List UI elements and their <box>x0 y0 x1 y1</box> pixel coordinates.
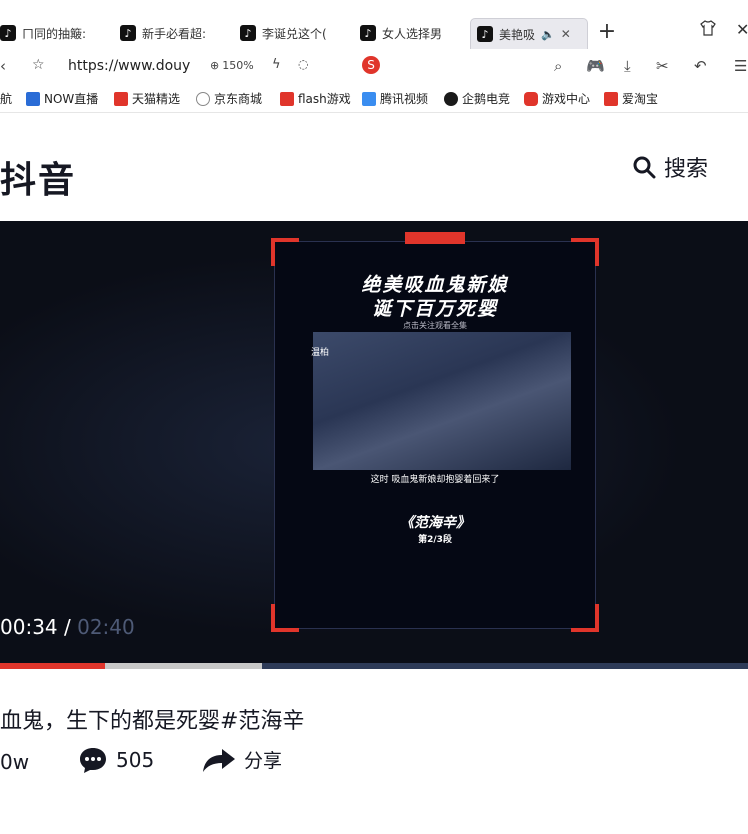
progress-bar[interactable] <box>0 663 748 669</box>
poster-caption: 这时 吸血鬼新娘却抱婴着回来了 <box>370 475 500 485</box>
tiktok-icon: ♪ <box>120 25 136 41</box>
share-arrow-icon <box>203 748 235 772</box>
bookmark-8[interactable]: 爱淘宝 <box>604 90 658 107</box>
bookmark-label: NOW直播 <box>44 92 99 106</box>
video-frame: 绝美吸血鬼新娘 诞下百万死婴 点击关注观看全集 温柏 这时 吸血鬼新娘却抱婴着回… <box>271 232 599 632</box>
site-header: 抖音 搜索 <box>0 113 748 219</box>
time-separator: / <box>57 615 78 639</box>
video-player[interactable]: 绝美吸血鬼新娘 诞下百万死婴 点击关注观看全集 温柏 这时 吸血鬼新娘却抱婴着回… <box>0 221 748 669</box>
shirt-icon[interactable] <box>700 20 716 36</box>
zoom-icon: ⊕ <box>210 59 220 72</box>
search-button[interactable]: 搜索 <box>632 151 708 183</box>
undo-icon[interactable]: ↶ <box>694 57 707 75</box>
bookmark-label: 航 <box>0 92 13 106</box>
comment-icon <box>80 748 106 773</box>
poster-episode: 第2/3段 <box>418 535 452 545</box>
bookmark-1[interactable]: NOW直播 <box>26 90 98 107</box>
still-label: 温柏 <box>311 348 330 358</box>
poster-title-line1: 绝美吸血鬼新娘 <box>361 274 509 296</box>
download-icon[interactable]: ⤓ <box>624 57 631 75</box>
bookmark-label: 京东商城 <box>214 92 263 106</box>
star-icon[interactable]: ☆ <box>32 57 45 73</box>
video-title: 血鬼，生下的都是死婴#范海辛 <box>0 709 305 734</box>
bookmark-2[interactable]: 天猫精选 <box>114 90 180 107</box>
extension-icon[interactable]: ◌ <box>298 57 308 71</box>
bookmark-0[interactable]: 航 <box>0 90 12 107</box>
speaker-icon[interactable]: 🔈 <box>541 28 555 41</box>
search-engine-icon[interactable]: S <box>362 56 380 74</box>
now-live-icon <box>26 91 40 106</box>
back-icon[interactable]: ‹ <box>0 57 6 75</box>
poster-subtitle: 点击关注观看全集 <box>403 321 467 330</box>
tiktok-icon: ♪ <box>240 25 256 41</box>
tiktok-icon: ♪ <box>0 25 16 41</box>
bookmark-label: 腾讯视频 <box>380 92 429 106</box>
tab-1[interactable]: ♪ 新手必看超: <box>120 18 220 48</box>
bookmark-7[interactable]: 游戏中心 <box>524 90 590 107</box>
bookmark-4[interactable]: flash游戏 <box>280 90 351 107</box>
corner-bracket <box>571 238 599 266</box>
movie-still-image <box>313 332 571 470</box>
bookmark-3[interactable]: 京东商城 <box>196 90 262 107</box>
current-time: 00:34 <box>0 615 58 639</box>
penguin-icon <box>444 91 458 106</box>
corner-bracket <box>571 604 599 632</box>
tab-label: 新手必看超: <box>142 26 207 41</box>
tab-2[interactable]: ♪ 李诞兑这个( <box>240 18 340 48</box>
bookmark-label: flash游戏 <box>298 92 351 106</box>
bookmark-6[interactable]: 企鹅电竞 <box>444 90 510 107</box>
bookmark-label: 爱淘宝 <box>622 92 659 106</box>
taobao-icon <box>604 91 618 106</box>
tab-0[interactable]: ♪ ㄇ同的抽簸: <box>0 18 100 48</box>
bookmark-5[interactable]: 腾讯视频 <box>362 90 428 107</box>
progress-played <box>0 663 105 669</box>
game-center-icon <box>524 91 538 106</box>
bookmarks-bar: 航 NOW直播 天猫精选 京东商城 flash游戏 腾讯视频 企鹅电竞 游戏中心… <box>0 84 748 113</box>
tab-3[interactable]: ♪ 女人选择男 <box>360 18 460 48</box>
share-button[interactable]: 分享 <box>202 746 282 773</box>
tab-label: ㄇ同的抽簸: <box>22 26 87 41</box>
gamepad-icon[interactable]: 🎮 <box>586 57 605 75</box>
bookmark-label: 天猫精选 <box>132 92 181 106</box>
corner-bracket <box>271 238 299 266</box>
comment-button[interactable]: 505 <box>78 746 154 774</box>
poster-title-line2: 诞下百万死婴 <box>371 298 498 320</box>
browser-tab-bar: ♪ ㄇ同的抽簸: ♪ 新手必看超: ♪ 李诞兑这个( ♪ 女人选择男 ♪ 美艳吸… <box>0 0 748 52</box>
lightning-icon[interactable]: ϟ <box>272 57 281 72</box>
like-count[interactable]: 0w <box>0 750 29 774</box>
new-tab-button[interactable]: + <box>596 18 618 46</box>
comment-count: 505 <box>116 748 155 772</box>
tmall-icon <box>114 91 128 106</box>
red-tag <box>405 232 465 244</box>
zoom-indicator[interactable]: ⊕ 150% <box>210 59 254 72</box>
scissors-icon[interactable]: ✂ <box>656 57 669 75</box>
address-bar: ‹ ☆ https://www.douy ⊕ 150% ϟ ◌ S ⌕ 🎮 ⤓ … <box>0 52 748 82</box>
close-tab-icon[interactable]: ✕ <box>561 27 571 41</box>
bookmark-label: 游戏中心 <box>542 92 591 106</box>
search-icon[interactable]: ⌕ <box>554 57 562 75</box>
tab-label: 李诞兑这个( <box>262 26 327 41</box>
tiktok-icon: ♪ <box>477 26 493 42</box>
bookmark-label: 企鹅电竞 <box>462 92 511 106</box>
window-close-icon[interactable]: ✕ <box>736 20 748 39</box>
douyin-logo[interactable]: 抖音 <box>0 151 76 203</box>
tiktok-icon: ♪ <box>360 25 376 41</box>
globe-icon <box>196 91 210 106</box>
poster-show-name: 《范海辛》 <box>400 515 470 531</box>
flash-icon <box>280 91 294 106</box>
tencent-video-icon <box>362 91 376 106</box>
search-label: 搜索 <box>664 157 709 182</box>
url-field[interactable]: https://www.douy <box>68 58 190 74</box>
zoom-level: 150% <box>222 59 254 72</box>
corner-bracket <box>271 604 299 632</box>
time-display: 00:34 / 02:40 <box>0 615 135 639</box>
search-icon <box>633 156 656 179</box>
tab-4-active[interactable]: ♪ 美艳吸 🔈 ✕ <box>470 18 588 49</box>
tab-label: 女人选择男 <box>382 26 443 41</box>
menu-icon[interactable]: ☰ <box>734 57 747 75</box>
duration: 02:40 <box>77 615 135 639</box>
share-label: 分享 <box>244 750 283 772</box>
tab-label: 美艳吸 <box>499 27 536 42</box>
